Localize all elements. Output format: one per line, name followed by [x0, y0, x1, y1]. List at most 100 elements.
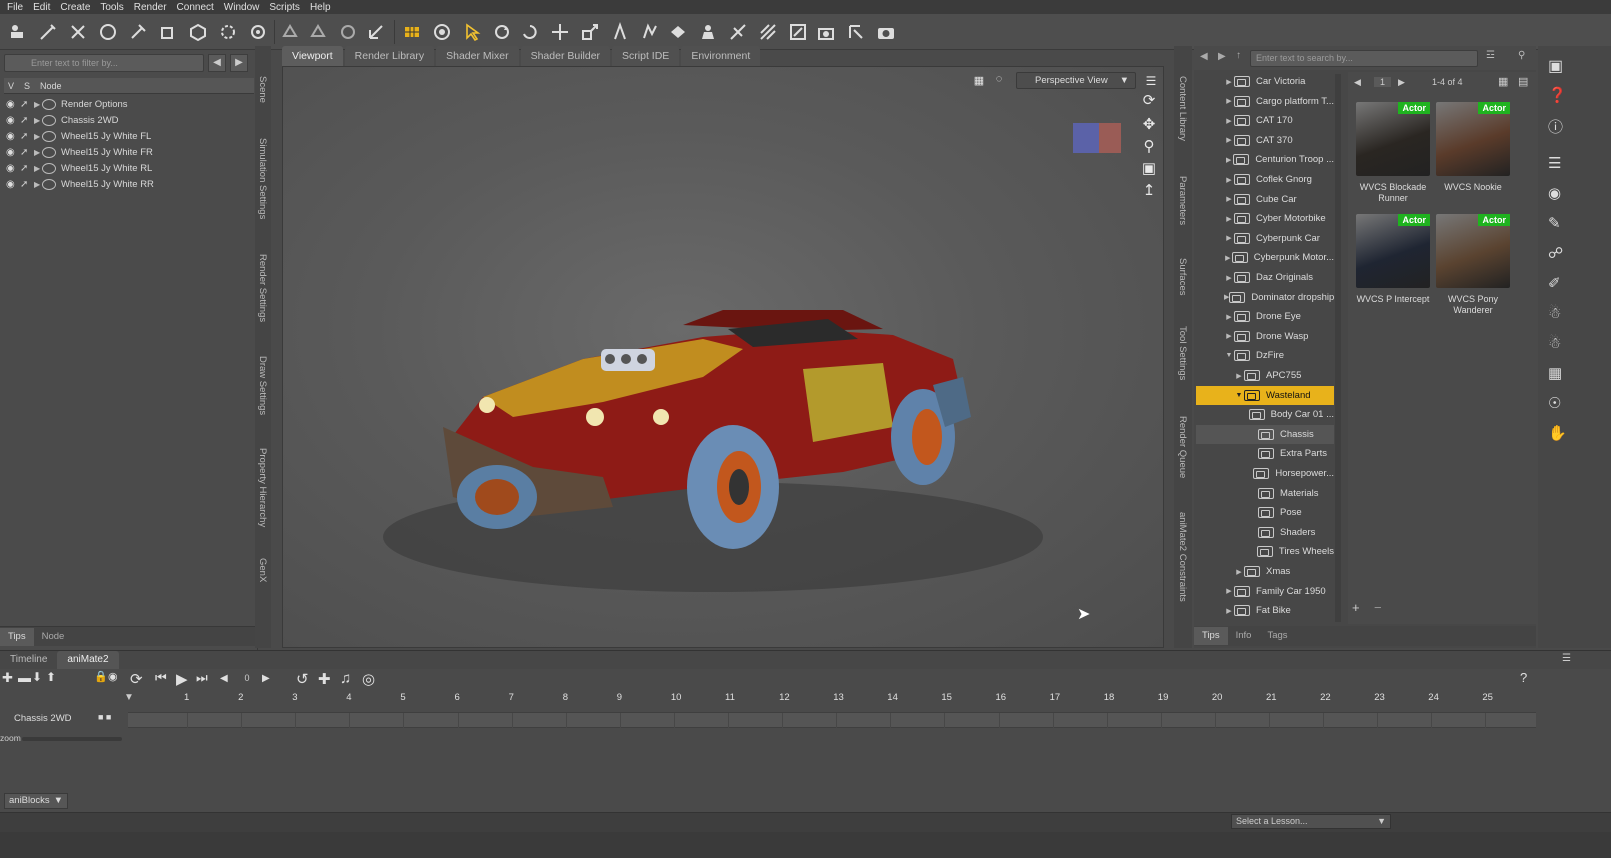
add-block-icon[interactable]: ✚: [2, 670, 13, 686]
tab-node[interactable]: Node: [34, 628, 73, 646]
grid-view-icon[interactable]: ▦: [1498, 75, 1508, 88]
active-pose-icon[interactable]: [608, 20, 632, 44]
track-cell[interactable]: [1269, 713, 1323, 728]
skip-start-icon[interactable]: ⏮: [155, 670, 167, 686]
node-weight-icon[interactable]: [156, 20, 180, 44]
tab-environment[interactable]: Environment: [681, 46, 761, 66]
expand-icon[interactable]: ▶: [1224, 136, 1234, 144]
library-item-thumbnail[interactable]: Actor: [1436, 102, 1510, 176]
edit-tool-icon[interactable]: ✎: [1548, 214, 1561, 232]
aniblocks-dropdown[interactable]: aniBlocks ▼: [4, 793, 68, 809]
frame-ruler[interactable]: 1 2 3 4 5 6 7 8 9 10 11 12 13 14 15 16 17 18 19 20 21 22 23 24 2…: [128, 691, 1538, 708]
library-tree-item[interactable]: Horsepower...: [1196, 464, 1334, 483]
database-icon[interactable]: ☲: [1486, 50, 1495, 61]
add-key-icon[interactable]: ✚: [318, 670, 331, 688]
track-cell[interactable]: [998, 713, 1053, 728]
library-tree-item[interactable]: ▶ Drone Wasp: [1196, 327, 1334, 346]
track-cell[interactable]: [1485, 713, 1539, 728]
track-cell[interactable]: [457, 713, 512, 728]
menu-tools[interactable]: Tools: [100, 2, 123, 13]
help-icon[interactable]: ⓘ: [1548, 116, 1563, 137]
track-cell[interactable]: [349, 713, 403, 728]
tab-script-ide[interactable]: Script IDE: [612, 46, 680, 66]
cursor-icon[interactable]: ➚: [20, 99, 34, 110]
library-tree-item[interactable]: ▶ Daz Originals: [1196, 268, 1334, 287]
down-arrow-icon[interactable]: ⬇: [32, 670, 42, 684]
joint-tool-icon[interactable]: [66, 20, 90, 44]
prev-page-icon[interactable]: ◀: [1354, 77, 1361, 88]
region-tool-icon[interactable]: [216, 20, 240, 44]
tab-render-queue[interactable]: Render Queue: [1177, 416, 1188, 478]
transfer-tool-icon[interactable]: [336, 20, 360, 44]
track-cell[interactable]: [1106, 713, 1161, 728]
eye-icon[interactable]: ◉: [6, 179, 18, 190]
info-icon[interactable]: ◉: [1548, 184, 1561, 202]
eye-icon[interactable]: ◉: [6, 99, 18, 110]
expand-icon[interactable]: ▶: [1224, 274, 1234, 282]
prev-frame-icon[interactable]: ◀: [220, 673, 228, 684]
library-item-name[interactable]: WVCS Nookie: [1431, 182, 1515, 193]
track-cell[interactable]: [295, 713, 349, 728]
menu-render[interactable]: Render: [134, 2, 167, 13]
library-item-name[interactable]: WVCS Blockade Runner: [1351, 182, 1435, 204]
library-tree-item[interactable]: ▶ Cyber Motorbike: [1196, 209, 1334, 228]
page-number[interactable]: 1: [1374, 77, 1392, 87]
expand-icon[interactable]: ▶: [1234, 372, 1244, 380]
brush-icon[interactable]: [756, 20, 780, 44]
pin-tool-icon[interactable]: [126, 20, 150, 44]
scene-node-row[interactable]: ◉ ➚ ▶ Chassis 2WD: [4, 112, 254, 128]
track-cell[interactable]: [1431, 713, 1485, 728]
library-tree-item[interactable]: Tires Wheels: [1196, 542, 1334, 561]
character-icon[interactable]: ☃: [1548, 304, 1561, 322]
draw-style-icon[interactable]: ◌: [990, 70, 1008, 88]
frame-field[interactable]: 0: [236, 673, 258, 687]
track-cell[interactable]: [1323, 713, 1377, 728]
track-options-icon[interactable]: ■ ■: [98, 712, 111, 722]
expand-icon[interactable]: ▶: [1234, 568, 1244, 576]
library-tree-item[interactable]: ▶ Xmas: [1196, 562, 1334, 581]
library-search-input[interactable]: Enter text to search by...: [1250, 50, 1478, 67]
eye-icon[interactable]: ◉: [6, 131, 18, 142]
spot-render-icon[interactable]: [844, 20, 868, 44]
cursor-icon[interactable]: ➚: [20, 179, 34, 190]
expand-icon[interactable]: ▶: [1224, 234, 1234, 242]
filter-back-button[interactable]: ◀: [208, 54, 226, 72]
powerpose-icon[interactable]: [638, 20, 662, 44]
track-cell[interactable]: [1377, 713, 1431, 728]
tab-surfaces[interactable]: Surfaces: [1177, 258, 1188, 296]
globe-icon[interactable]: ☉: [1548, 394, 1561, 412]
forward-icon[interactable]: ▶: [1218, 51, 1226, 62]
library-tree-item[interactable]: ▶ Fat Bike: [1196, 601, 1334, 620]
panel-list-icon[interactable]: ☰: [1548, 154, 1561, 172]
tab-tips[interactable]: Tips: [1194, 627, 1228, 645]
expand-icon[interactable]: ▶: [1224, 332, 1234, 340]
library-tree-item[interactable]: Pose: [1196, 503, 1334, 522]
orbit-icon[interactable]: ⟳: [1140, 92, 1158, 110]
expand-icon[interactable]: ▶: [34, 100, 42, 109]
eye-icon[interactable]: ◉: [6, 147, 18, 158]
twist-icon[interactable]: [518, 20, 542, 44]
expand-icon[interactable]: ▶: [34, 164, 42, 173]
tab-tags[interactable]: Tags: [1259, 627, 1295, 645]
tab-render-library[interactable]: Render Library: [344, 46, 435, 66]
menu-scripts[interactable]: Scripts: [269, 2, 300, 13]
tab-content-library[interactable]: Content Library: [1177, 76, 1188, 141]
track-label[interactable]: Chassis 2WD: [14, 713, 72, 724]
back-icon[interactable]: ◀: [1200, 51, 1208, 62]
scene-node-row[interactable]: ◉ ➚ ▶ Wheel15 Jy White RR: [4, 176, 254, 192]
library-item-thumbnail[interactable]: Actor: [1436, 214, 1510, 288]
grid-icon[interactable]: [400, 20, 424, 44]
expand-icon[interactable]: ▶: [1224, 254, 1232, 262]
rotate-icon[interactable]: [490, 20, 514, 44]
surface-selection-icon[interactable]: [246, 20, 270, 44]
track-cell[interactable]: [1052, 713, 1107, 728]
menu-connect[interactable]: Connect: [177, 2, 214, 13]
search-icon[interactable]: ⚲: [1518, 50, 1525, 61]
loop-icon[interactable]: ⟳: [130, 670, 143, 688]
track-cell[interactable]: [565, 713, 620, 728]
scene-filter-input[interactable]: Enter text to filter by...: [4, 54, 204, 72]
link-icon[interactable]: ☍: [1548, 244, 1563, 262]
view-cube-icon[interactable]: [1071, 119, 1123, 157]
whats-this-icon[interactable]: ❓: [1548, 86, 1567, 104]
cursor-icon[interactable]: ➚: [20, 131, 34, 142]
